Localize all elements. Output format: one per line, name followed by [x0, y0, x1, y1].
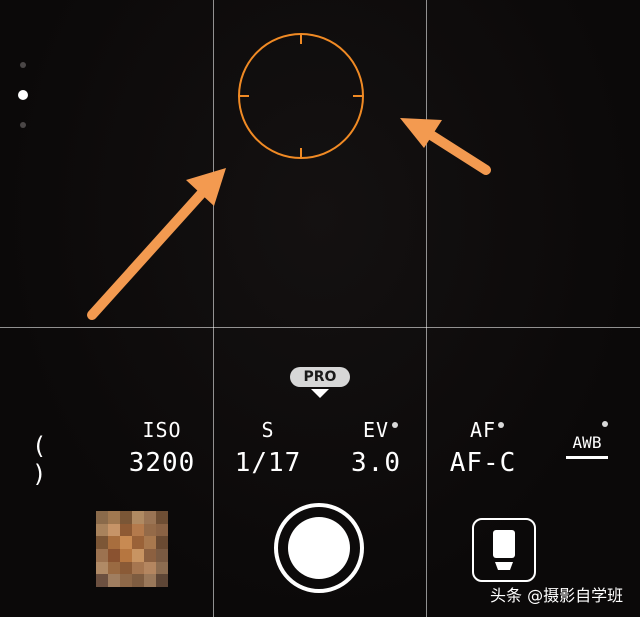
pro-mode-badge[interactable]: PRO	[290, 367, 350, 387]
watermark-text: 头条 @摄影自学班	[490, 586, 624, 605]
shutter-speed-value: 1/17	[234, 448, 302, 478]
exposure-label: EV	[362, 418, 390, 442]
pro-caret-icon	[311, 389, 329, 398]
exposure-control[interactable]: EV 3.0	[338, 418, 414, 478]
focus-indicator-dot	[498, 422, 504, 428]
focus-label: AF	[469, 418, 497, 442]
exposure-indicator-dot	[392, 422, 398, 428]
annotation-arrow-left	[87, 168, 226, 320]
shutter-speed-control[interactable]: S 1/17	[230, 418, 306, 478]
shutter-button[interactable]	[274, 503, 364, 593]
metering-mode-icon[interactable]: ( )	[32, 432, 74, 488]
shutter-icon	[288, 517, 350, 579]
iso-value: 3200	[128, 448, 196, 478]
iso-control[interactable]: ISO 3200	[124, 418, 200, 478]
video-mode-button[interactable]	[472, 518, 536, 582]
focus-circle-icon[interactable]	[238, 33, 364, 159]
shutter-speed-label: S	[261, 418, 275, 442]
focus-value: AF-C	[449, 448, 517, 478]
white-balance-control[interactable]: AWB	[566, 433, 608, 459]
white-balance-underline	[566, 456, 608, 459]
focus-control[interactable]: AF AF-C	[438, 418, 528, 478]
gallery-thumbnail[interactable]	[96, 511, 168, 587]
annotation-arrow-right	[400, 118, 491, 175]
iso-label: ISO	[142, 418, 182, 442]
exposure-value: 3.0	[351, 448, 401, 478]
video-mode-icon	[493, 530, 515, 570]
white-balance-indicator-dot	[602, 421, 608, 427]
white-balance-label: AWB	[572, 433, 602, 452]
